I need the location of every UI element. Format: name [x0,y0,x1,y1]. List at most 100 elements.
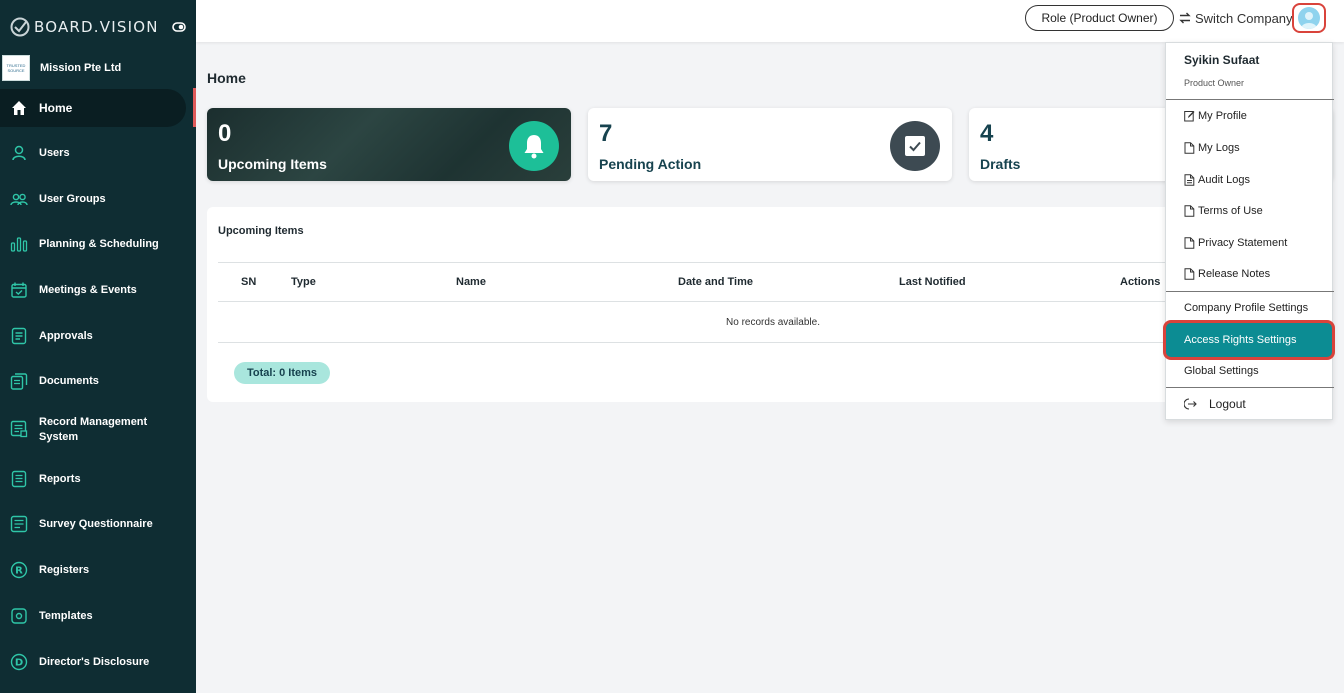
column-last-notified[interactable]: Last Notified [899,276,966,288]
documents-icon [10,373,28,390]
role-button[interactable]: Role (Product Owner) [1025,5,1174,31]
record-icon [10,420,28,438]
file-text-icon [1184,174,1195,186]
menu-item-label: Access Rights Settings [1184,334,1297,346]
column-name[interactable]: Name [456,276,486,288]
sidebar-item-survey[interactable]: Survey Questionnaire [0,515,196,533]
empty-state-text: No records available. [218,302,1328,343]
active-indicator [193,88,196,127]
menu-item-label: Terms of Use [1198,205,1263,217]
menu-item-label: My Profile [1198,110,1247,122]
dropdown-user-role: Product Owner [1184,78,1245,88]
company-name: Mission Pte Ltd [40,62,122,74]
company-logo: TRUSTED SOURCE [2,55,30,81]
sidebar-item-label: Users [39,146,70,159]
sidebar-item-label: Meetings & Events [39,283,137,296]
menu-item-my-logs[interactable]: My Logs [1166,132,1332,164]
sidebar-item-record-management[interactable]: Record Management System [0,414,196,446]
menu-item-access-rights-settings[interactable]: Access Rights Settings [1163,320,1335,360]
dropdown-user-name: Syikin Sufaat [1184,53,1260,67]
switch-company-button[interactable]: Switch Company [1178,9,1293,27]
user-avatar-button[interactable] [1292,3,1326,33]
survey-icon [10,515,28,533]
brand-name: BOARD.VISION [34,18,159,36]
menu-item-my-profile[interactable]: My Profile [1166,100,1332,132]
card-upcoming-items[interactable]: 0 Upcoming Items [207,108,571,181]
card-value: 4 [980,120,994,147]
menu-item-label: Privacy Statement [1198,237,1288,249]
sidebar-item-templates[interactable]: Templates [0,607,196,625]
sidebar-item-label: Planning & Scheduling [39,237,159,250]
menu-item-terms-of-use[interactable]: Terms of Use [1166,195,1332,227]
user-dropdown-menu: Syikin Sufaat Product Owner My Profile M… [1163,42,1335,420]
logout-icon [1184,398,1197,410]
column-date-time[interactable]: Date and Time [678,276,753,288]
total-items-badge: Total: 0 Items [234,362,330,384]
menu-item-label: Company Profile Settings [1184,302,1309,314]
edit-icon [1184,111,1195,122]
card-label: Pending Action [599,156,702,172]
sidebar: BOARD.VISION TRUSTED SOURCE Mission Pte … [0,0,196,693]
switch-arrows-icon [1179,12,1191,24]
sidebar-item-label: Approvals [39,329,93,342]
sidebar-item-documents[interactable]: Documents [0,372,196,390]
column-sn[interactable]: SN [241,276,256,288]
sidebar-item-label: Reports [39,472,81,485]
card-pending-action[interactable]: 7 Pending Action [588,108,952,181]
bar-chart-icon [10,237,28,252]
sidebar-item-registers[interactable]: R Registers [0,561,196,579]
file-icon [1184,237,1195,249]
card-value: 0 [218,120,232,147]
sidebar-item-label: Survey Questionnaire [39,517,153,530]
calendar-check-icon [11,282,27,298]
sidebar-item-label: Templates [39,609,93,622]
sidebar-item-planning[interactable]: Planning & Scheduling [0,235,196,253]
sidebar-item-label: Documents [39,374,99,387]
sidebar-toggle-icon[interactable] [172,21,186,33]
panel-title: Upcoming Items [218,225,304,237]
sidebar-item-home[interactable]: Home [0,89,186,127]
brand-logo[interactable]: BOARD.VISION [10,14,159,40]
card-value: 7 [599,120,613,147]
sidebar-item-approvals[interactable]: Approvals [0,327,196,345]
approval-doc-icon [11,327,27,345]
svg-text:R: R [15,566,23,577]
sidebar-item-label: Director's Disclosure [39,655,150,668]
sidebar-item-meetings[interactable]: Meetings & Events [0,281,196,299]
logo-mark-icon [10,17,30,37]
card-label: Drafts [980,156,1021,172]
menu-item-privacy-statement[interactable]: Privacy Statement [1166,227,1332,259]
menu-item-label: Release Notes [1198,268,1271,280]
avatar-icon [1298,7,1320,29]
switch-company-label: Switch Company [1195,10,1293,26]
bell-icon [509,121,559,171]
registered-icon: R [10,561,28,579]
report-icon [11,470,27,488]
template-icon [11,608,27,624]
menu-item-logout[interactable]: Logout [1166,388,1332,420]
svg-text:D: D [15,658,23,669]
sidebar-item-directors-disclosure[interactable]: D Director's Disclosure [0,653,196,671]
column-actions: Actions [1120,276,1161,288]
menu-item-label: Audit Logs [1198,174,1250,186]
table-header: SN Type Name Date and Time Last Notified… [218,262,1328,302]
user-icon [12,145,26,161]
column-type[interactable]: Type [291,276,316,288]
sidebar-item-user-groups[interactable]: User Groups [0,190,196,208]
menu-item-label: My Logs [1198,142,1240,154]
menu-item-audit-logs[interactable]: Audit Logs [1166,164,1332,196]
menu-item-release-notes[interactable]: Release Notes [1166,258,1332,290]
home-icon [12,101,26,115]
menu-item-label: Global Settings [1184,365,1259,377]
file-icon [1184,142,1195,154]
file-icon [1184,268,1195,280]
menu-item-global-settings[interactable]: Global Settings [1166,355,1332,387]
sidebar-item-users[interactable]: Users [0,144,196,162]
sidebar-item-label: Registers [39,563,90,576]
checkbox-icon [890,121,940,171]
sidebar-item-reports[interactable]: Reports [0,470,196,488]
sidebar-item-label: User Groups [39,192,106,205]
disclosure-icon: D [10,653,28,671]
card-label: Upcoming Items [218,156,327,172]
company-selector[interactable]: TRUSTED SOURCE Mission Pte Ltd [0,54,196,82]
